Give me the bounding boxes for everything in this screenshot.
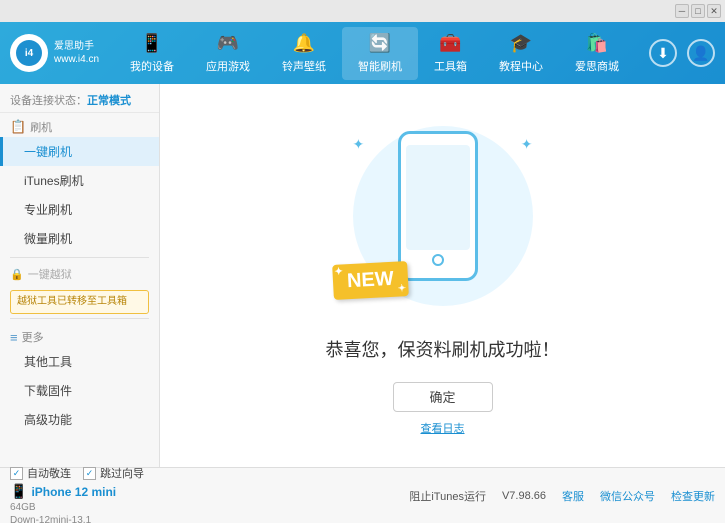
- checkbox-skip-wizard-box[interactable]: ✓: [83, 467, 96, 480]
- logo-area: i4 爱思助手 www.i4.cn: [10, 34, 100, 72]
- tutorial-icon: 🎓: [510, 33, 532, 54]
- nav-items: 📱 我的设备 🎮 应用游戏 🔔 铃声壁纸 🔄 智能刷机 🧰 工具箱 🎓: [100, 27, 649, 80]
- title-bar: ─ □ ✕: [0, 0, 725, 22]
- account-button[interactable]: 👤: [687, 39, 715, 67]
- lock-icon: 🔒: [10, 268, 24, 281]
- sidebar-divider-2: [10, 318, 149, 319]
- wechat-link[interactable]: 微信公众号: [600, 488, 655, 504]
- new-badge: NEW: [333, 263, 408, 298]
- tools-icon: 🧰: [439, 33, 461, 54]
- phone-illustration: ✦ ✦ NEW: [343, 116, 543, 316]
- logo-text: 爱思助手 www.i4.cn: [54, 40, 99, 66]
- device-row: 📱 iPhone 12 mini: [10, 483, 152, 500]
- secondary-link[interactable]: 查看日志: [421, 420, 465, 436]
- more-section-icon: ≡: [10, 330, 18, 345]
- sidebar: 设备连接状态： 正常模式 📋 刷机 一键刷机 iTunes刷机 专业刷机 微量刷…: [0, 84, 160, 467]
- nav-right: ⬇ 👤: [649, 39, 715, 67]
- smart-shop-icon: 🔄: [369, 33, 391, 54]
- bottom-left-section: ✓ 自动敬连 ✓ 跳过向导 📱 iPhone 12 mini 64GB Down…: [10, 465, 152, 523]
- close-button[interactable]: ✕: [707, 4, 721, 18]
- nav-item-smart-shop[interactable]: 🔄 智能刷机: [342, 27, 418, 80]
- success-message: 恭喜您，保资料刷机成功啦！: [326, 336, 560, 362]
- more-section-header: ≡ 更多: [0, 323, 159, 347]
- maximize-button[interactable]: □: [691, 4, 705, 18]
- main-content: ✦ ✦ NEW 恭喜您，保资料刷机成功啦！ 确定 查看日志: [160, 84, 725, 467]
- logo-icon: i4: [10, 34, 48, 72]
- nav-item-ringtone[interactable]: 🔔 铃声壁纸: [266, 27, 342, 80]
- shop-icon: 🛍️: [586, 33, 608, 54]
- connection-status: 设备连接状态： 正常模式: [0, 88, 159, 113]
- new-ribbon-label: NEW: [332, 261, 408, 300]
- checkbox-auto-connect-box[interactable]: ✓: [10, 467, 23, 480]
- checkbox-skip-wizard[interactable]: ✓ 跳过向导: [83, 465, 144, 481]
- flash-section-header: 📋 刷机: [0, 113, 159, 137]
- device-fw-row: Down-12mini-13,1: [10, 515, 152, 523]
- sidebar-warning-box: 越狱工具已转移至工具箱: [10, 290, 149, 314]
- sidebar-divider-1: [10, 257, 149, 258]
- phone-device: [398, 131, 478, 281]
- sidebar-item-other-tools[interactable]: 其他工具: [0, 347, 159, 376]
- sidebar-item-pro-flash[interactable]: 专业刷机: [0, 195, 159, 224]
- nav-item-my-device[interactable]: 📱 我的设备: [114, 27, 190, 80]
- sidebar-item-itunes-flash[interactable]: iTunes刷机: [0, 166, 159, 195]
- app-game-icon: 🎮: [217, 33, 239, 54]
- checkboxes-row: ✓ 自动敬连 ✓ 跳过向导: [10, 465, 152, 481]
- flash-section-icon: 📋: [10, 119, 26, 135]
- phone-home-btn: [432, 254, 444, 266]
- download-button[interactable]: ⬇: [649, 39, 677, 67]
- sidebar-item-micro-flash[interactable]: 微量刷机: [0, 224, 159, 253]
- device-sub-row: 64GB: [10, 502, 152, 513]
- checkbox-auto-connect[interactable]: ✓ 自动敬连: [10, 465, 71, 481]
- service-link[interactable]: 客服: [562, 488, 584, 504]
- device-phone-icon: 📱: [10, 483, 27, 500]
- sparkle-tr-icon: ✦: [521, 136, 533, 153]
- nav-item-tutorial[interactable]: 🎓 教程中心: [483, 27, 559, 80]
- sidebar-item-one-click-flash[interactable]: 一键刷机: [0, 137, 159, 166]
- sidebar-jailbreak-disabled: 🔒 一键越狱: [0, 262, 159, 286]
- nav-item-app-game[interactable]: 🎮 应用游戏: [190, 27, 266, 80]
- sidebar-item-download-fw[interactable]: 下载固件: [0, 376, 159, 405]
- content-row: 设备连接状态： 正常模式 📋 刷机 一键刷机 iTunes刷机 专业刷机 微量刷…: [0, 84, 725, 467]
- top-nav: i4 爱思助手 www.i4.cn 📱 我的设备 🎮 应用游戏 🔔 铃声壁纸 🔄: [0, 22, 725, 84]
- status-right: 阻止iTunes运行 V7.98.66 客服 微信公众号 检查更新: [409, 488, 715, 504]
- version-label: V7.98.66: [502, 490, 546, 502]
- nav-item-tools[interactable]: 🧰 工具箱: [418, 27, 483, 80]
- my-device-icon: 📱: [141, 33, 163, 54]
- update-link[interactable]: 检查更新: [671, 488, 715, 504]
- minimize-button[interactable]: ─: [675, 4, 689, 18]
- sparkle-tl-icon: ✦: [353, 136, 365, 153]
- sidebar-item-advanced[interactable]: 高级功能: [0, 405, 159, 434]
- nav-item-shop[interactable]: 🛍️ 爱思商城: [559, 27, 635, 80]
- ringtone-icon: 🔔: [293, 33, 315, 54]
- bottom-panel: ✓ 自动敬连 ✓ 跳过向导 📱 iPhone 12 mini 64GB Down…: [0, 467, 725, 523]
- phone-screen: [406, 145, 470, 250]
- stop-itunes-label: 阻止iTunes运行: [409, 488, 486, 504]
- confirm-button[interactable]: 确定: [393, 382, 493, 412]
